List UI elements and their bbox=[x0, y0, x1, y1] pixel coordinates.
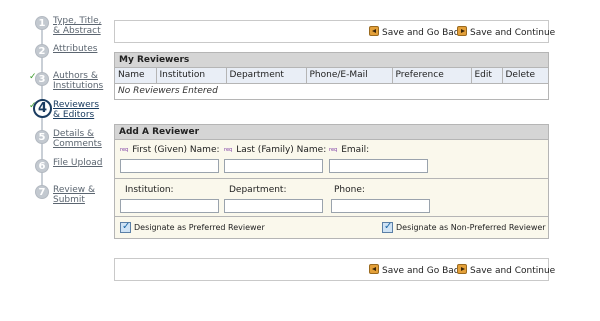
column-header-delete: Delete bbox=[502, 68, 548, 83]
step-number-circle: 1 bbox=[35, 16, 49, 30]
empty-message: No Reviewers Entered bbox=[115, 82, 548, 99]
column-header-preference: Preference bbox=[392, 68, 472, 83]
email-group: req Email: bbox=[329, 145, 428, 173]
panel-title: My Reviewers bbox=[115, 53, 548, 68]
step-file-upload[interactable]: 6 File Upload bbox=[0, 158, 110, 186]
department-group: Department: bbox=[224, 185, 323, 213]
arrow-right-icon bbox=[457, 26, 467, 36]
institution-label: Institution: bbox=[125, 185, 174, 195]
column-header-edit: Edit bbox=[471, 68, 503, 83]
table-row: No Reviewers Entered bbox=[115, 82, 548, 99]
label-text: Email: bbox=[341, 145, 370, 155]
my-reviewers-panel: My Reviewers Name Institution Department… bbox=[114, 52, 549, 100]
step-details-comments[interactable]: 5 Details & Comments bbox=[0, 129, 110, 157]
name-email-row: req First (Given) Name: req Last (Family) … bbox=[115, 140, 548, 179]
first-name-input[interactable] bbox=[120, 159, 219, 173]
arrow-left-icon bbox=[369, 26, 379, 36]
step-label[interactable]: Authors & Institutions bbox=[53, 71, 107, 91]
step-number-circle: 4 bbox=[33, 99, 52, 118]
column-header-institution: Institution bbox=[156, 68, 227, 83]
last-name-group: req Last (Family) Name: bbox=[224, 145, 326, 173]
last-name-input[interactable] bbox=[224, 159, 323, 173]
label-text: Last (Family) Name: bbox=[236, 145, 327, 155]
institution-department-phone-row: Institution: Department: Phone: bbox=[115, 179, 548, 217]
institution-input[interactable] bbox=[120, 199, 219, 213]
step-authors-institutions[interactable]: ✓ 3 Authors & Institutions bbox=[0, 71, 110, 99]
bottom-button-bar: Save and Go Back Save and Continue bbox=[114, 258, 555, 281]
required-marker: req bbox=[120, 147, 129, 153]
button-label: Save and Continue bbox=[470, 266, 556, 276]
step-label[interactable]: File Upload bbox=[53, 158, 107, 169]
step-number-circle: 6 bbox=[35, 159, 49, 173]
label-text: First (Given) Name: bbox=[132, 145, 220, 155]
step-attributes[interactable]: 2 Attributes bbox=[0, 44, 110, 72]
arrow-right-icon bbox=[457, 264, 467, 274]
save-and-continue-button[interactable]: Save and Continue bbox=[457, 26, 555, 38]
column-header-phone-email: Phone/E-Mail bbox=[306, 68, 393, 83]
phone-label: Phone: bbox=[334, 185, 365, 195]
step-label[interactable]: Details & Comments bbox=[53, 129, 107, 149]
top-button-bar: Save and Go Back Save and Continue bbox=[114, 20, 555, 43]
required-marker: req bbox=[329, 147, 338, 153]
step-number-circle: 3 bbox=[35, 72, 49, 86]
email-label: req Email: bbox=[329, 145, 428, 156]
non-preferred-reviewer-checkbox[interactable]: Designate as Non-Preferred Reviewer bbox=[382, 221, 546, 233]
department-input[interactable] bbox=[224, 199, 323, 213]
panel-title: Add A Reviewer bbox=[115, 125, 548, 140]
checkbox-checked-icon[interactable] bbox=[120, 221, 131, 233]
required-marker: req bbox=[224, 147, 233, 153]
button-label: Save and Go Back bbox=[382, 266, 464, 276]
column-header-department: Department bbox=[226, 68, 307, 83]
add-reviewer-panel: Add A Reviewer req First (Given) Name: re… bbox=[114, 124, 549, 239]
step-number-circle: 5 bbox=[35, 130, 49, 144]
step-navigation: 1 Type, Title, & Abstract 2 Attributes ✓… bbox=[0, 0, 110, 321]
first-name-group: req First (Given) Name: bbox=[120, 145, 220, 173]
step-review-submit[interactable]: 7 Review & Submit bbox=[0, 185, 110, 213]
save-and-go-back-button[interactable]: Save and Go Back bbox=[369, 26, 464, 38]
phone-group: Phone: bbox=[331, 185, 430, 213]
last-name-label: req Last (Family) Name: bbox=[224, 145, 326, 156]
step-label[interactable]: Type, Title, & Abstract bbox=[53, 16, 107, 36]
step-label[interactable]: Review & Submit bbox=[53, 185, 107, 205]
preferred-reviewer-checkbox[interactable]: Designate as Preferred Reviewer bbox=[120, 221, 265, 233]
step-number-circle: 7 bbox=[35, 185, 49, 199]
phone-input[interactable] bbox=[331, 199, 430, 213]
add-reviewer-form: req First (Given) Name: req Last (Family) … bbox=[115, 140, 548, 238]
button-label: Save and Continue bbox=[470, 28, 556, 38]
button-label: Save and Go Back bbox=[382, 28, 464, 38]
institution-group: Institution: bbox=[120, 185, 219, 213]
preference-row: Designate as Preferred Reviewer Designat… bbox=[115, 217, 548, 238]
save-and-continue-button[interactable]: Save and Continue bbox=[457, 264, 555, 276]
first-name-label: req First (Given) Name: bbox=[120, 145, 220, 156]
checkbox-label: Designate as Preferred Reviewer bbox=[134, 223, 265, 232]
reviewers-table: Name Institution Department Phone/E-Mail… bbox=[115, 68, 548, 99]
step-number-circle: 2 bbox=[35, 44, 49, 58]
checkbox-checked-icon[interactable] bbox=[382, 221, 393, 233]
step-reviewers-editors[interactable]: ✓ 4 Reviewers & Editors bbox=[0, 99, 110, 127]
column-header-name: Name bbox=[115, 68, 157, 83]
arrow-left-icon bbox=[369, 264, 379, 274]
table-header-row: Name Institution Department Phone/E-Mail… bbox=[115, 68, 548, 83]
step-label[interactable]: Attributes bbox=[53, 44, 107, 55]
step-type-title-abstract[interactable]: 1 Type, Title, & Abstract bbox=[0, 16, 110, 44]
checkbox-label: Designate as Non-Preferred Reviewer bbox=[396, 223, 546, 232]
department-label: Department: bbox=[229, 185, 287, 195]
step-label[interactable]: Reviewers & Editors bbox=[53, 100, 107, 120]
email-input[interactable] bbox=[329, 159, 428, 173]
save-and-go-back-button[interactable]: Save and Go Back bbox=[369, 264, 464, 276]
